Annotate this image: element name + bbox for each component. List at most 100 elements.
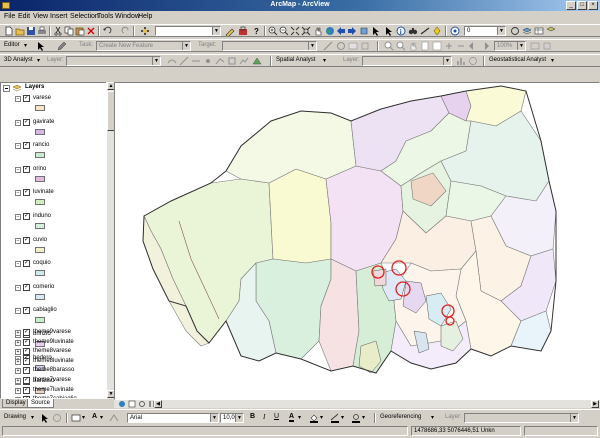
toc-layer-theme9luvinate[interactable]: + ✓ theme9luvinate (1, 338, 106, 347)
font-name-combo[interactable]: Arial ▼ (127, 413, 219, 423)
toc-layer-rancio[interactable]: − ✓ rancio (1, 140, 106, 163)
new-document-icon[interactable] (4, 26, 14, 36)
layer-name[interactable]: coquio (33, 260, 51, 266)
toc-layer-varese[interactable]: − ✓ varese (1, 93, 106, 116)
layer-symbol-swatch[interactable] (35, 223, 45, 229)
layer-name[interactable]: varese (33, 95, 51, 101)
expand-icon[interactable]: + (15, 339, 21, 346)
toc-toggle-icon[interactable] (546, 26, 556, 36)
chevron-down-icon[interactable]: ▾ (341, 414, 344, 421)
georef-layer-combo[interactable]: ▼ (464, 413, 579, 423)
steepest-path-icon[interactable] (179, 56, 189, 66)
data-view-icon[interactable] (118, 400, 126, 408)
sketch-pencil-icon[interactable] (57, 41, 67, 51)
fixed-zoom-out-page-icon[interactable] (456, 41, 466, 51)
georeferencing-menu[interactable]: Georeferencing (380, 414, 421, 420)
histogram-icon[interactable] (456, 56, 466, 66)
table-icon[interactable] (534, 26, 544, 36)
help-pointer-icon[interactable]: ? (252, 26, 262, 36)
layer-properties-icon[interactable] (522, 26, 532, 36)
layer-name[interactable]: theme8luvinate (33, 358, 74, 364)
underline-button[interactable]: U (274, 413, 279, 420)
layer-name[interactable]: luvinate (33, 189, 54, 195)
layer-visibility-checkbox[interactable]: ✓ (23, 213, 30, 220)
split-tool-icon[interactable] (323, 41, 333, 51)
chevron-down-icon[interactable]: ▾ (551, 57, 554, 64)
go-back-page-icon[interactable] (468, 41, 478, 51)
edit-pointer-icon[interactable] (36, 41, 46, 51)
layer-visibility-checkbox[interactable]: ✓ (23, 165, 30, 173)
chevron-down-icon[interactable]: ▾ (298, 414, 301, 421)
layer-visibility-checkbox[interactable]: ✓ (23, 386, 30, 394)
layout-zoom-in-icon[interactable] (384, 41, 394, 51)
layer-name[interactable]: theme8varese (33, 348, 71, 354)
zoom-100-icon[interactable] (432, 41, 442, 51)
expand-icon[interactable]: + (15, 349, 21, 356)
full-extent-globe-icon[interactable] (325, 26, 335, 36)
measure-icon[interactable] (420, 26, 430, 36)
attributes-icon[interactable] (348, 41, 358, 51)
time-slider-icon[interactable] (450, 26, 460, 36)
create-contours-icon[interactable] (167, 56, 177, 66)
3d-analyst-menu[interactable]: 3D Analyst (4, 57, 33, 63)
chevron-down-icon[interactable]: ▾ (100, 414, 103, 421)
cut-icon[interactable] (53, 26, 63, 36)
font-size-combo[interactable]: 10,00 ▼ (220, 413, 244, 423)
go-forward-page-icon[interactable] (480, 41, 490, 51)
bold-button[interactable]: B (250, 413, 255, 420)
menu-edit[interactable]: Edit (18, 13, 30, 20)
select-elements-icon[interactable] (40, 413, 50, 423)
layer-name[interactable]: theme9luvinate (33, 339, 74, 345)
layer-symbol-swatch[interactable] (35, 270, 45, 277)
toc-layer-theme8luvinate[interactable]: + ✓ theme8luvinate (1, 357, 106, 366)
arctoolbox-icon[interactable] (238, 26, 248, 36)
layer-symbol-swatch[interactable] (35, 293, 45, 300)
collapse-icon[interactable]: − (15, 190, 21, 197)
font-color-icon[interactable]: A (289, 413, 295, 422)
toc-scrollbar[interactable]: ▲ ▼ (106, 82, 115, 399)
undo-icon[interactable] (102, 26, 112, 36)
marker-color-icon[interactable] (351, 413, 361, 423)
layer-name[interactable]: theme7varese (33, 377, 71, 383)
sketch-properties-icon[interactable] (360, 41, 370, 51)
open-folder-icon[interactable] (15, 26, 25, 36)
redo-icon[interactable] (121, 26, 131, 36)
zoom-in-icon[interactable] (268, 26, 278, 36)
paste-icon[interactable] (75, 26, 85, 36)
data-frame-name[interactable]: Layers (25, 84, 44, 90)
toc-layer-comerio[interactable]: − ✓ comerio (1, 282, 106, 305)
menu-selection[interactable]: Selection (70, 13, 99, 20)
collapse-icon[interactable]: − (15, 119, 21, 126)
layer-symbol-swatch[interactable] (35, 246, 45, 253)
map-display[interactable] (114, 82, 600, 400)
fixed-zoom-out-icon[interactable] (301, 26, 311, 36)
line-of-sight-icon[interactable] (191, 56, 201, 66)
minimize-button[interactable]: _ (566, 1, 576, 10)
select-features-icon[interactable] (359, 26, 369, 36)
chevron-down-icon[interactable]: ▾ (82, 414, 85, 421)
collapse-icon[interactable]: − (15, 237, 21, 244)
new-text-icon[interactable]: A (92, 413, 97, 420)
chevron-down-icon[interactable]: ▾ (24, 42, 27, 49)
expand-icon[interactable]: + (15, 330, 21, 336)
expand-icon[interactable]: + (15, 387, 21, 394)
collapse-icon[interactable]: − (15, 308, 21, 315)
save-icon[interactable] (26, 26, 36, 36)
line-color-icon[interactable] (330, 413, 340, 423)
print-icon[interactable] (37, 26, 47, 36)
refresh-view-icon[interactable] (138, 400, 146, 408)
expand-icon[interactable]: + (15, 378, 21, 384)
close-button[interactable]: × (588, 1, 598, 10)
layer-symbol-swatch[interactable] (35, 105, 45, 111)
collapse-icon[interactable]: − (15, 143, 21, 150)
expand-icon[interactable]: + (15, 368, 21, 375)
layer-symbol-swatch[interactable] (35, 199, 45, 206)
chevron-down-icon[interactable]: ▾ (320, 414, 323, 421)
chevron-down-icon[interactable]: ▾ (362, 414, 365, 421)
scroll-left-arrow-icon[interactable]: ◀ (154, 400, 162, 408)
collapse-icon[interactable]: − (15, 284, 21, 291)
layer-name[interactable]: theme9varese (33, 329, 71, 335)
chevron-down-icon[interactable]: ▾ (323, 57, 326, 64)
refresh-icon[interactable] (510, 26, 520, 36)
toc-layer-cuvio[interactable]: − ✓ cuvio (1, 235, 106, 258)
